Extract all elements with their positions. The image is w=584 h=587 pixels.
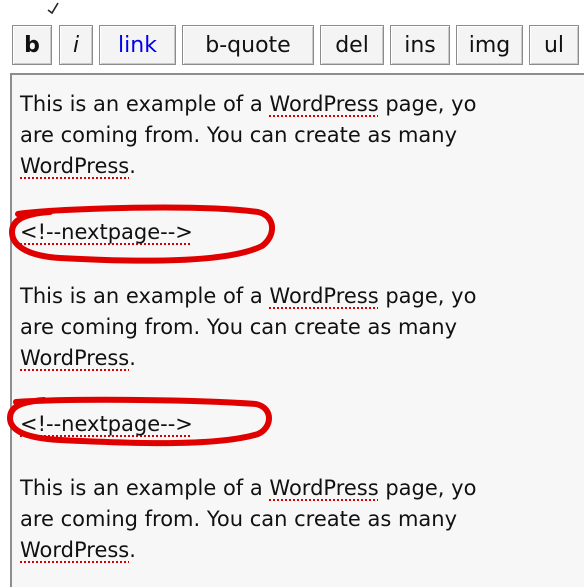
paragraph-2: This is an example of a WordPress page, … [20, 284, 477, 370]
post-content-textarea[interactable]: This is an example of a WordPress page, … [10, 73, 584, 587]
misspelled-word: WordPress [20, 346, 130, 370]
editor-screenshot: b i link b-quote del ins img ul This is … [0, 0, 584, 587]
nextpage-tag: <!--nextpage--> [20, 220, 193, 244]
ul-button[interactable]: ul [529, 25, 579, 65]
tick-mark [47, 2, 59, 14]
del-button[interactable]: del [320, 25, 384, 65]
ins-button[interactable]: ins [390, 25, 450, 65]
misspelled-word: WordPress [269, 284, 379, 308]
paragraph-3: This is an example of a WordPress page, … [20, 476, 477, 562]
misspelled-word: WordPress [20, 154, 130, 178]
misspelled-word: WordPress [269, 476, 379, 500]
quicktags-toolbar: b i link b-quote del ins img ul [12, 25, 584, 67]
link-button[interactable]: link [99, 25, 176, 65]
italic-button[interactable]: i [59, 25, 93, 65]
misspelled-word: WordPress [269, 92, 379, 116]
misspelled-word: WordPress [20, 538, 130, 562]
blockquote-button[interactable]: b-quote [182, 25, 314, 65]
bold-button[interactable]: b [12, 25, 52, 65]
nextpage-tag: <!--nextpage--> [20, 412, 193, 436]
img-button[interactable]: img [456, 25, 523, 65]
paragraph-1: This is an example of a WordPress page, … [20, 92, 477, 178]
